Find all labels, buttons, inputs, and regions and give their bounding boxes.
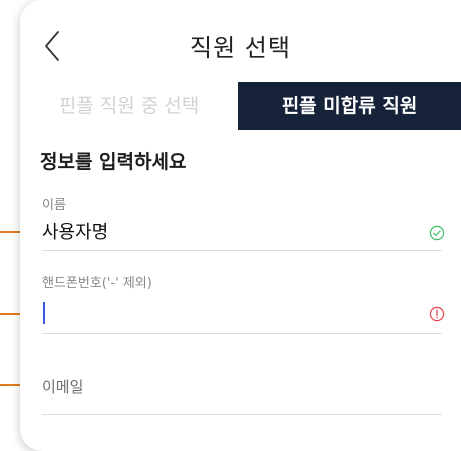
header: 직원 선택 [20,0,461,88]
screen: 직원 선택 핀플 직원 중 선택 핀플 미합류 직원 정보를 입력하세요 이름 … [0,0,461,451]
email-underline [42,414,442,415]
check-circle-icon [429,225,445,241]
name-input[interactable]: 사용자명 [42,218,108,244]
tab-non-joined-employee[interactable]: 핀플 미합류 직원 [238,82,461,130]
name-label: 이름 [42,198,66,213]
phone-underline [42,333,442,334]
section-title: 정보를 입력하세요 [40,151,187,173]
phone-input[interactable] [42,300,412,326]
alert-circle-icon [429,306,445,322]
name-underline [42,250,442,251]
email-input[interactable]: 이메일 [42,376,83,397]
phone-label: 핸드폰번호('-' 제외) [42,276,152,291]
employee-select-panel: 직원 선택 핀플 직원 중 선택 핀플 미합류 직원 정보를 입력하세요 이름 … [20,0,461,451]
tab-bar: 핀플 직원 중 선택 핀플 미합류 직원 [20,82,461,130]
text-caret [43,302,45,324]
tab-select-from-employees[interactable]: 핀플 직원 중 선택 [20,82,238,130]
page-title: 직원 선택 [190,34,291,62]
